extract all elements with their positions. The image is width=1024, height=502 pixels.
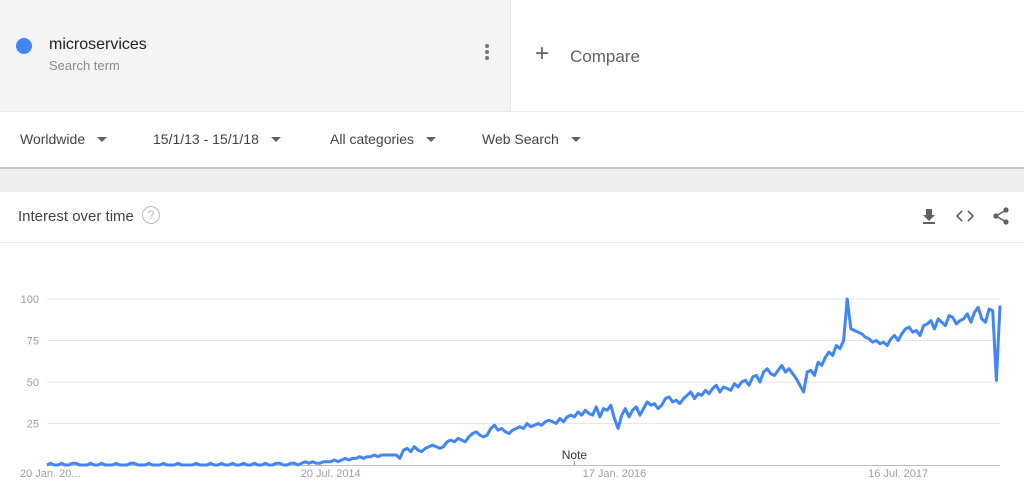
y-tick-label: 100 (21, 294, 39, 306)
search-term-card[interactable]: microservices Search term (0, 0, 511, 111)
y-tick-label: 75 (27, 336, 39, 348)
filter-bar: Worldwide 15/1/13 - 15/1/18 All categori… (0, 111, 1024, 169)
line-chart: 25 50 75 100 20 Jan. 20... 20 Jul. 2014 17 Ja… (20, 294, 1002, 480)
series-color-dot (16, 38, 32, 54)
caret-down-icon (97, 136, 108, 142)
date-range-dropdown[interactable]: 15/1/13 - 15/1/18 (153, 131, 281, 147)
category-dropdown[interactable]: All categories (330, 131, 437, 147)
y-tick-label: 50 (27, 377, 39, 389)
search-term-subtitle: Search term (49, 58, 120, 73)
search-type-dropdown[interactable]: Web Search (482, 131, 581, 147)
more-vert-icon[interactable] (480, 44, 494, 64)
x-tick-label: 20 Jan. 20... (20, 468, 81, 480)
search-term-name: microservices (49, 36, 147, 53)
x-tick-label: 16 Jul. 2017 (868, 468, 928, 480)
region-value: Worldwide (20, 131, 86, 147)
category-value: All categories (330, 131, 415, 147)
section-gap (0, 169, 1024, 192)
compare-label: Compare (570, 47, 640, 66)
x-tick-label: 17 Jan. 2016 (583, 468, 647, 480)
caret-down-icon (426, 136, 437, 142)
caret-down-icon (570, 136, 581, 142)
date-range-value: 15/1/13 - 15/1/18 (153, 131, 259, 147)
x-tick-label: 20 Jul. 2014 (301, 468, 361, 480)
y-tick-label: 25 (27, 419, 39, 431)
top-bar: microservices Search term + Compare (0, 0, 1024, 111)
plus-icon: + (535, 40, 550, 67)
caret-down-icon (270, 136, 281, 142)
region-dropdown[interactable]: Worldwide (20, 131, 108, 147)
search-type-value: Web Search (482, 131, 559, 147)
compare-button[interactable]: + Compare (511, 0, 1024, 111)
note-label: Note (562, 448, 588, 462)
